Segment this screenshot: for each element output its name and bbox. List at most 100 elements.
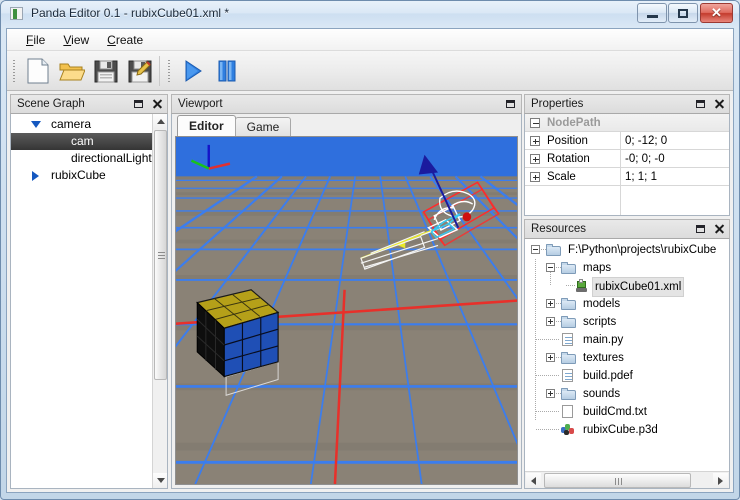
resource-row-main-py[interactable]: main.py: [525, 331, 729, 349]
scrollbar-thumb[interactable]: [154, 130, 167, 380]
expand-plus-icon[interactable]: [530, 136, 540, 146]
save-button[interactable]: [89, 54, 123, 88]
p3d-file-icon: [561, 424, 574, 436]
client-area: File View Create Scene Graph camera cam …: [6, 28, 734, 493]
resource-label: sounds: [583, 388, 621, 400]
resource-label: buildCmd.txt: [583, 406, 647, 418]
tab-game[interactable]: Game: [234, 117, 292, 136]
resource-row-textures[interactable]: textures: [525, 349, 729, 367]
property-value[interactable]: 0; -12; 0: [625, 132, 667, 150]
properties-close-button[interactable]: [712, 97, 725, 111]
title-bar[interactable]: Panda Editor 0.1 - rubixCube01.xml * ✕: [1, 1, 739, 27]
minimize-icon: [638, 4, 666, 22]
play-button[interactable]: [176, 54, 210, 88]
tree-node-camera[interactable]: camera: [11, 116, 167, 133]
folder-icon: [561, 316, 576, 328]
save-as-button[interactable]: [123, 54, 157, 88]
property-row-position[interactable]: Position 0; -12; 0: [525, 132, 729, 150]
property-group-nodepath[interactable]: NodePath: [525, 114, 729, 132]
resources-horizontal-scrollbar[interactable]: [525, 471, 729, 488]
scene-graph-tree[interactable]: camera cam directionalLight rubixCube: [10, 114, 168, 489]
collapse-minus-icon[interactable]: [546, 263, 555, 272]
text-file-icon: [562, 369, 573, 382]
viewport-3d-canvas[interactable]: [175, 136, 518, 485]
new-document-icon: [27, 58, 49, 83]
resources-title: Resources: [531, 223, 586, 235]
resources-tree[interactable]: F:\Python\projects\rubixCube maps rubixC…: [525, 241, 729, 469]
tree-node-label: camera: [51, 117, 92, 131]
resources-float-button[interactable]: [694, 222, 707, 236]
property-row-rotation[interactable]: Rotation -0; 0; -0: [525, 150, 729, 168]
float-icon: [696, 225, 705, 233]
resource-row-build-pdef[interactable]: build.pdef: [525, 367, 729, 385]
tree-node-rubixcube[interactable]: rubixCube: [11, 167, 167, 184]
expand-plus-icon[interactable]: [546, 317, 555, 326]
tree-node-cam[interactable]: cam: [11, 133, 167, 150]
maximize-button[interactable]: [668, 3, 698, 23]
pause-button[interactable]: [210, 54, 244, 88]
collapse-minus-icon[interactable]: [530, 118, 540, 128]
menu-file[interactable]: File: [17, 31, 54, 49]
camera-origin-dot: [462, 212, 472, 222]
resource-row-scripts[interactable]: scripts: [525, 313, 729, 331]
resource-row-buildcmd-txt[interactable]: buildCmd.txt: [525, 403, 729, 421]
property-group-label: NodePath: [547, 117, 601, 129]
expand-plus-icon[interactable]: [546, 299, 555, 308]
resource-label: textures: [583, 352, 624, 364]
tab-editor[interactable]: Editor: [177, 115, 236, 136]
folder-icon: [561, 298, 576, 310]
scene-graph-vertical-scrollbar[interactable]: [152, 114, 167, 488]
tree-node-directionallight[interactable]: directionalLight: [11, 150, 167, 167]
property-row-scale[interactable]: Scale 1; 1; 1: [525, 168, 729, 186]
scrollbar-down-button[interactable]: [153, 473, 167, 488]
resource-label: maps: [583, 262, 612, 274]
toolbar-grip-2[interactable]: [166, 57, 173, 84]
scrollbar-thumb[interactable]: [544, 473, 691, 488]
property-name: Rotation: [547, 153, 590, 165]
properties-panel: Properties NodePath Position 0; -12; 0 R…: [524, 94, 730, 216]
menu-create[interactable]: Create: [98, 31, 152, 49]
expand-plus-icon[interactable]: [546, 353, 555, 362]
resource-row-sounds[interactable]: sounds: [525, 385, 729, 403]
folder-icon: [546, 244, 561, 256]
viewport-float-button[interactable]: [504, 97, 517, 111]
menu-view-label: iew: [71, 32, 90, 47]
scrollbar-left-button[interactable]: [526, 473, 541, 488]
properties-grid[interactable]: NodePath Position 0; -12; 0 Rotation -0;…: [524, 114, 730, 216]
toolbar-grip-1[interactable]: [11, 57, 18, 84]
properties-float-button[interactable]: [694, 97, 707, 111]
chevron-down-icon[interactable]: [31, 121, 41, 128]
expand-plus-icon[interactable]: [530, 172, 540, 182]
tree-guide-line: [536, 339, 560, 340]
chevron-right-icon[interactable]: [32, 171, 39, 181]
tree-guide-line: [536, 411, 560, 412]
viewport-header: Viewport: [171, 94, 522, 114]
resource-row-models[interactable]: models: [525, 295, 729, 313]
expand-plus-icon[interactable]: [530, 154, 540, 164]
collapse-minus-icon[interactable]: [531, 245, 540, 254]
caret-down-icon: [156, 478, 165, 483]
menu-view[interactable]: View: [54, 31, 98, 49]
resource-row-maps[interactable]: maps: [525, 259, 729, 277]
text-file-icon: [562, 333, 573, 346]
expand-plus-icon[interactable]: [546, 389, 555, 398]
new-file-button[interactable]: [21, 54, 55, 88]
resource-row-rubixcube01-xml[interactable]: rubixCube01.xml: [525, 277, 729, 297]
scene-graph-close-button[interactable]: [150, 97, 163, 111]
open-file-button[interactable]: [55, 54, 89, 88]
floppy-save-as-icon: [128, 60, 152, 82]
resources-close-button[interactable]: [712, 222, 725, 236]
scrollbar-right-button[interactable]: [713, 473, 728, 488]
scene-graph-float-button[interactable]: [132, 97, 145, 111]
property-value[interactable]: 1; 1; 1: [625, 168, 657, 186]
resource-row-root[interactable]: F:\Python\projects\rubixCube: [525, 241, 729, 259]
resource-label: build.pdef: [583, 370, 633, 382]
folder-icon: [561, 352, 576, 364]
resource-label: main.py: [583, 334, 624, 346]
scrollbar-up-button[interactable]: [153, 114, 167, 129]
scene-graph-panel: Scene Graph camera cam directionalLight: [10, 94, 168, 489]
close-button[interactable]: ✕: [700, 3, 733, 23]
property-value[interactable]: -0; 0; -0: [625, 150, 665, 168]
resource-row-rubixcube-p3d[interactable]: rubixCube.p3d: [525, 421, 729, 439]
minimize-button[interactable]: [637, 3, 667, 23]
